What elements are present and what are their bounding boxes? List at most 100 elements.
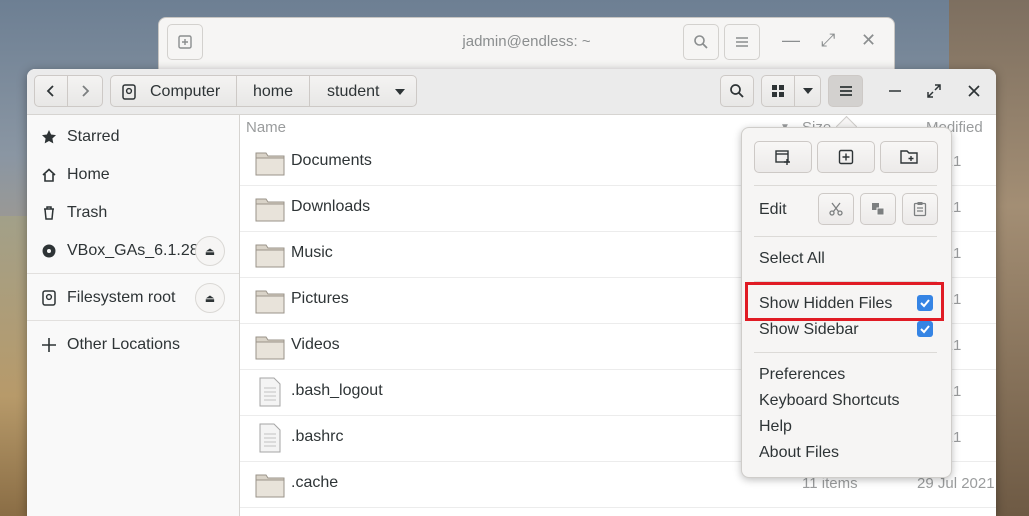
scissors-icon [829,202,843,216]
path-bar: Computer home student [110,75,417,107]
sidebar-item-filesystem-root[interactable]: Filesystem root ⏏ [27,279,239,317]
copy-icon [872,203,885,216]
path-item-label: Computer [150,83,221,100]
eject-icon: ⏏ [204,245,216,258]
new-folder-icon [900,150,918,164]
file-name: Pictures [291,290,349,307]
hamburger-icon [736,37,748,47]
new-window-icon [775,150,790,165]
maximize-button[interactable] [919,77,949,105]
chevron-right-icon [82,85,90,97]
hamburger-icon [839,86,852,96]
sidebar-item-vbox[interactable]: VBox_GAs_6.1.28 ⏏ [27,232,239,270]
new-folder-button[interactable] [880,141,938,173]
file-name: .cache [291,474,339,491]
folder-icon [255,336,285,360]
sidebar-item-label: Other Locations [67,336,180,353]
terminal-close-button[interactable]: ✕ [861,30,876,51]
path-item-label: student [327,83,380,100]
copy-button[interactable] [860,193,896,225]
chevron-left-icon [46,85,54,97]
maximize-icon [927,84,941,98]
close-button[interactable] [959,77,989,105]
sidebar-item-label: Starred [67,128,120,145]
file-name: Videos [291,336,340,353]
menu-item-about[interactable]: About Files [759,444,839,462]
main-menu-button[interactable] [828,75,863,107]
sidebar-item-label: Home [67,166,110,183]
checkmark-icon [920,325,930,334]
folder-icon [255,290,285,314]
menu-separator [754,185,937,186]
eject-button[interactable]: ⏏ [195,283,225,313]
sidebar-item-trash[interactable]: Trash [27,194,239,232]
terminal-maximize-button[interactable]: ⤢ [821,30,835,51]
terminal-minimize-button[interactable]: — [782,30,800,51]
menu-item-preferences[interactable]: Preferences [759,366,845,384]
menu-item-show-sidebar[interactable]: Show Sidebar [759,321,859,339]
view-options-button[interactable] [794,75,821,107]
path-item-home[interactable]: home [237,76,309,108]
cut-button[interactable] [818,193,854,225]
menu-item-help[interactable]: Help [759,418,792,436]
paste-button[interactable] [902,193,938,225]
menu-separator [754,352,937,353]
plus-icon [40,337,58,353]
file-name: Downloads [291,198,371,215]
text-file-icon [259,377,281,407]
edit-label: Edit [759,201,787,218]
path-item-label: home [252,83,294,100]
grid-view-icon [772,85,784,97]
drive-icon [40,290,58,306]
header-bar: Computer home student [27,69,996,115]
new-window-button[interactable] [754,141,812,173]
folder-icon [255,474,285,498]
disc-icon [40,243,58,259]
sidebar-item-label: VBox_GAs_6.1.28 [67,242,199,259]
folder-icon [255,152,285,176]
search-icon [694,35,708,49]
path-item-computer[interactable]: Computer [111,76,236,108]
file-name: .bash_logout [291,382,383,399]
home-icon [40,167,58,183]
sidebar-item-label: Filesystem root [67,289,176,306]
star-icon [40,129,58,145]
drive-icon [122,84,136,100]
folder-icon [255,244,285,268]
search-button[interactable] [720,75,754,107]
trash-icon [40,205,58,221]
clipboard-icon [913,202,927,217]
path-item-student[interactable]: student [310,76,416,108]
sidebar-item-home[interactable]: Home [27,156,239,194]
terminal-menu-button[interactable] [724,24,760,60]
folder-icon [255,198,285,222]
view-grid-button[interactable] [761,75,795,107]
sidebar: Starred Home Trash VBox_GAs_6.1.28 ⏏ Fil… [27,115,240,516]
minimize-button[interactable] [880,77,910,105]
close-icon [968,85,980,97]
file-name: .bashrc [291,428,344,445]
annotation-highlight-box [745,282,944,321]
column-header-name[interactable]: Name [246,115,286,139]
file-name: Music [291,244,333,261]
show-sidebar-checkbox[interactable] [917,321,933,337]
file-name: Documents [291,152,372,169]
eject-button[interactable]: ⏏ [195,236,225,266]
sidebar-item-starred[interactable]: Starred [27,118,239,156]
sidebar-item-label: Trash [67,204,108,221]
text-file-icon [259,423,281,453]
back-button[interactable] [34,75,68,107]
caret-down-icon [395,89,406,95]
caret-down-icon [802,88,813,94]
menu-item-keyboard-shortcuts[interactable]: Keyboard Shortcuts [759,392,900,410]
sidebar-separator [27,320,239,321]
eject-icon: ⏏ [204,292,216,305]
menu-item-select-all[interactable]: Select All [759,250,825,268]
new-tab-icon [838,149,854,165]
forward-button[interactable] [67,75,103,107]
terminal-search-button[interactable] [683,24,719,60]
sidebar-separator [27,273,239,274]
sidebar-item-other-locations[interactable]: Other Locations [27,326,239,364]
search-icon [730,84,744,98]
new-tab-button[interactable] [817,141,875,173]
